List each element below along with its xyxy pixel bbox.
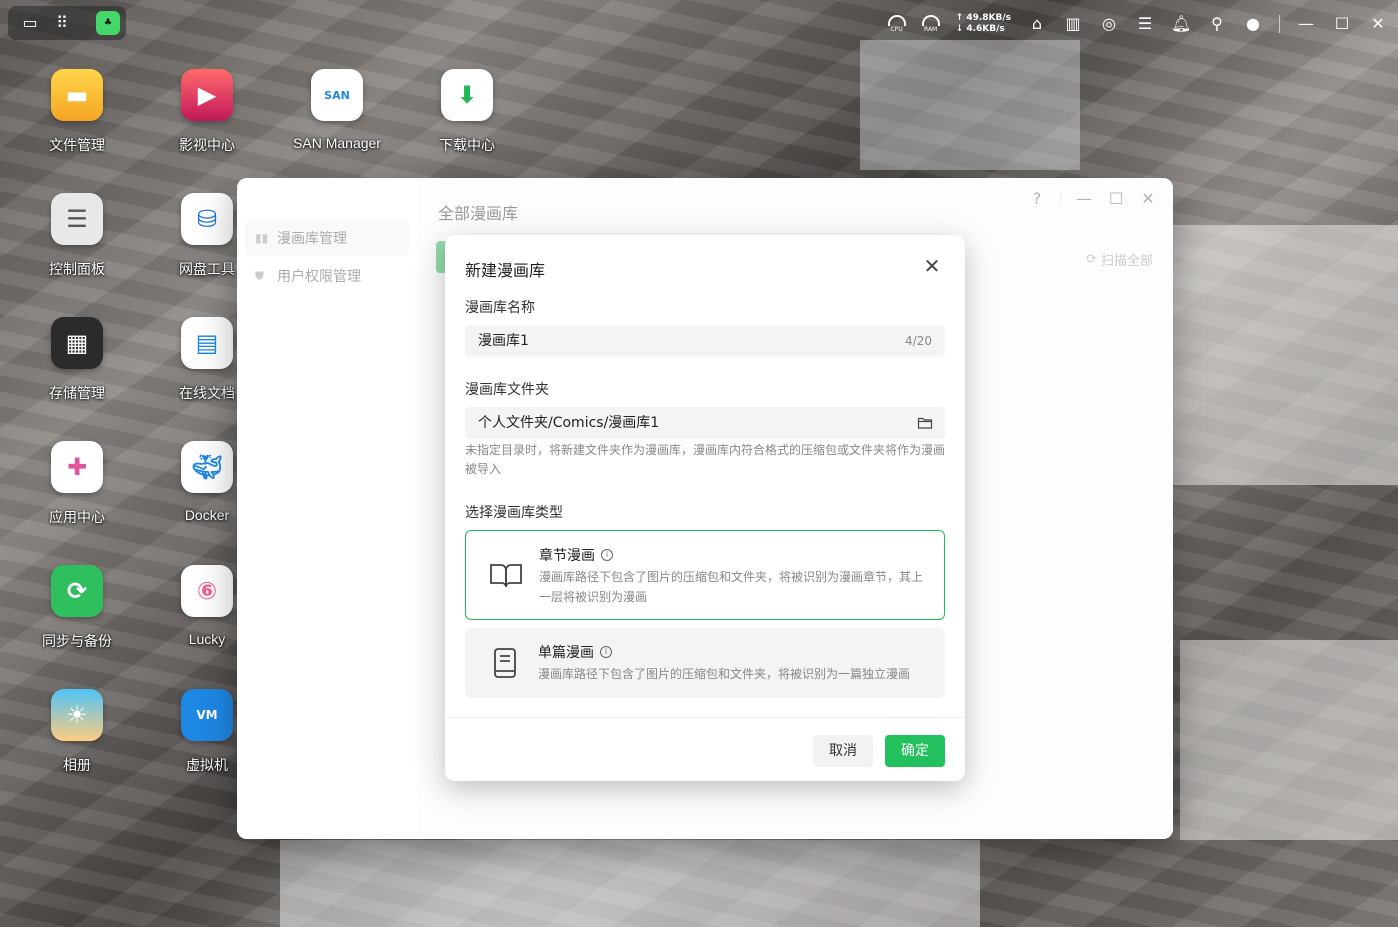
type-description: 漫画库路径下包含了图片的压缩包和文件夹，将被识别为漫画章节，其上一层将被识别为漫… xyxy=(539,570,924,604)
bell-icon[interactable]: 🔔︎ xyxy=(1171,14,1191,34)
database-icon: SAN xyxy=(311,69,363,121)
type-name: 单篇漫画 xyxy=(538,645,594,661)
storage-icon: ▦ xyxy=(51,317,103,369)
library-folder-value: 个人文件夹/Comics/漫画库1 xyxy=(478,415,660,431)
download-arrow-icon: ⬇ xyxy=(441,69,493,121)
library-name-value: 漫画库1 xyxy=(478,333,529,349)
monitor-icon[interactable]: ◎ xyxy=(1099,14,1119,34)
app-label: 存储管理 xyxy=(49,385,105,401)
user-icon[interactable]: ● xyxy=(1243,14,1263,34)
comic-app-icon[interactable]: ♣ xyxy=(96,11,120,35)
server-icon[interactable]: ☰ xyxy=(1135,14,1155,34)
folder-icon: ▬ xyxy=(51,69,103,121)
network-speed[interactable]: ↑ 49.8KB/s ↓ 4.6KB/s xyxy=(956,13,1011,35)
minimize-icon[interactable]: — xyxy=(1296,14,1316,34)
folder-hint: 未指定目录时，将新建文件夹作为漫画库，漫画库内符合格式的压缩包或文件夹将作为漫画… xyxy=(465,443,946,476)
app-label: 同步与备份 xyxy=(42,633,112,649)
library-folder-label: 漫画库文件夹 xyxy=(465,382,549,398)
ram-meter[interactable]: RAM xyxy=(921,15,940,33)
wallpaper-newspaper xyxy=(1170,225,1398,485)
app-label: 应用中心 xyxy=(49,509,105,525)
close-icon[interactable]: ✕ xyxy=(921,255,943,277)
desktop-app-control-panel[interactable]: ☰ 控制面板 xyxy=(22,193,132,279)
vm-icon: VM xyxy=(181,689,233,741)
type-description: 漫画库路径下包含了图片的压缩包和文件夹，将被识别为一篇独立漫画 xyxy=(538,667,911,681)
layout-icon[interactable]: ▥ xyxy=(1063,14,1083,34)
library-type-label: 选择漫画库类型 xyxy=(465,505,563,521)
wallpaper-newspaper xyxy=(1180,640,1398,840)
desktop-app-photos[interactable]: ☀ 相册 xyxy=(22,689,132,775)
book-icon xyxy=(494,648,516,678)
desktop-app-download-center[interactable]: ⬇ 下载中心 xyxy=(412,69,522,155)
app-label: 下载中心 xyxy=(439,137,495,153)
play-icon: ▶ xyxy=(181,69,233,121)
sliders-icon: ☰ xyxy=(51,193,103,245)
desktop-app-app-center[interactable]: ✚ 应用中心 xyxy=(22,441,132,527)
app-label: 影视中心 xyxy=(179,137,235,153)
type-name: 章节漫画 xyxy=(539,548,595,564)
app-label: 控制面板 xyxy=(49,261,105,277)
app-label: 文件管理 xyxy=(49,137,105,153)
type-option-title: 单篇漫画 i xyxy=(538,642,612,662)
desktop-app-file-manager[interactable]: ▬ 文件管理 xyxy=(22,69,132,155)
document-icon: ▤ xyxy=(181,317,233,369)
desktop-app-san-manager[interactable]: SAN SAN Manager xyxy=(282,69,392,151)
new-library-dialog: 新建漫画库 ✕ 漫画库名称 漫画库1 4/20 漫画库文件夹 个人文件夹/Com… xyxy=(445,235,965,781)
type-option-single[interactable]: 单篇漫画 i 漫画库路径下包含了图片的压缩包和文件夹，将被识别为一篇独立漫画 xyxy=(465,628,945,698)
app-label: 相册 xyxy=(63,757,91,773)
divider xyxy=(1279,15,1280,33)
info-icon[interactable]: i xyxy=(600,646,612,658)
desktop-app-video-center[interactable]: ▶ 影视中心 xyxy=(152,69,262,155)
info-icon[interactable]: i xyxy=(601,549,613,561)
cpu-meter[interactable]: CPU xyxy=(887,15,906,33)
type-option-title: 章节漫画 i xyxy=(539,545,613,565)
cancel-button[interactable]: 取消 xyxy=(813,735,873,767)
sync-icon: ⟳ xyxy=(51,565,103,617)
taskbar-right: CPU RAM ↑ 49.8KB/s ↓ 4.6KB/s ⌂ ▥ ◎ ☰ 🔔︎ … xyxy=(887,8,1388,40)
app-label: SAN Manager xyxy=(293,135,381,151)
dialog-title: 新建漫画库 xyxy=(465,261,546,280)
top-bar: ▭ ⠿ ♣ CPU RAM ↑ 49.8KB/s ↓ 4.6KB/s ⌂ ▥ ◎… xyxy=(0,0,1398,48)
folder-icon[interactable] xyxy=(917,415,933,431)
desktop-app-sync-backup[interactable]: ⟳ 同步与备份 xyxy=(22,565,132,651)
drive-icon: ⛁ xyxy=(181,193,233,245)
search-icon[interactable]: ⚲ xyxy=(1207,14,1227,34)
maximize-icon[interactable]: ☐ xyxy=(1332,14,1352,34)
user-task-icon[interactable]: ⌂ xyxy=(1027,14,1047,34)
divider xyxy=(445,717,965,718)
lucky-icon: ⑥ xyxy=(181,565,233,617)
net-up: ↑ 49.8KB/s xyxy=(955,13,1011,23)
net-down: ↓ 4.6KB/s xyxy=(955,24,1005,34)
type-option-chapter[interactable]: 章节漫画 i 漫画库路径下包含了图片的压缩包和文件夹，将被识别为漫画章节，其上一… xyxy=(465,530,945,620)
close-icon[interactable]: ✕ xyxy=(1368,14,1388,34)
wallpaper-newspaper xyxy=(860,40,1080,170)
whale-icon: 🐳︎ xyxy=(181,441,233,493)
wallpaper-newspaper xyxy=(280,840,980,927)
library-name-label: 漫画库名称 xyxy=(465,300,535,316)
confirm-button[interactable]: 确定 xyxy=(885,735,945,767)
app-grid-icon[interactable]: ⠿ xyxy=(52,13,72,33)
library-folder-input[interactable]: 个人文件夹/Comics/漫画库1 xyxy=(465,407,945,439)
desktop-icon[interactable]: ▭ xyxy=(20,13,40,33)
ram-label: RAM xyxy=(924,26,938,33)
landscape-icon: ☀ xyxy=(51,689,103,741)
open-book-icon xyxy=(490,564,522,588)
cpu-label: CPU xyxy=(890,26,903,33)
taskbar-left: ▭ ⠿ ♣ xyxy=(8,6,126,40)
library-name-input[interactable]: 漫画库1 4/20 xyxy=(465,325,945,357)
apps-icon: ✚ xyxy=(51,441,103,493)
char-count: 4/20 xyxy=(905,334,932,348)
desktop-app-storage[interactable]: ▦ 存储管理 xyxy=(22,317,132,403)
